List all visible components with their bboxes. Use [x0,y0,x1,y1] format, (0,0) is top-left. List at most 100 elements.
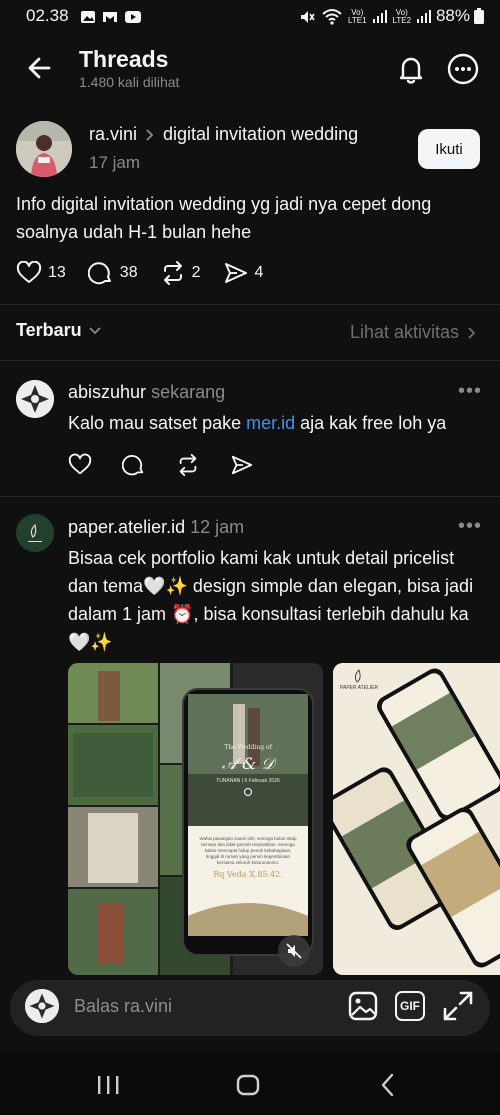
reply-more-button[interactable]: ••• [458,380,482,403]
share-button[interactable]: 4 [223,261,263,285]
sort-dropdown[interactable]: Terbaru [16,320,102,341]
phone-verse: Rq Veda X.85.42. [213,870,283,879]
avatar [16,514,54,552]
wifi-icon [322,9,342,25]
more-options-button[interactable] [446,52,480,86]
chevron-right-icon [468,326,476,339]
home-button[interactable] [236,1074,260,1096]
reply-author[interactable]: abiszuhur [68,382,146,402]
battery-indicator: 88% [436,6,484,26]
leaf-logo-icon [354,669,361,683]
follow-button[interactable]: Ikuti [418,129,480,169]
expand-composer-button[interactable] [442,990,474,1022]
back-nav-icon [381,1073,394,1097]
sim2-label: Vo) LTE2 [392,8,412,25]
heart-icon [16,261,42,283]
reply-avatar[interactable] [16,514,54,552]
reply-more-button[interactable]: ••• [458,515,482,538]
youtube-notification-icon [125,11,141,23]
bell-icon [399,57,423,84]
image-icon [348,991,378,1021]
like-button[interactable]: 13 [16,261,66,285]
repost-count: 2 [191,264,201,281]
repost-icon[interactable] [176,453,200,477]
scroll-down-icon [244,788,252,796]
battery-percent: 88% [435,6,470,25]
send-icon [224,263,247,283]
divider [0,496,500,497]
home-icon [236,1074,260,1096]
battery-icon [474,8,484,24]
comment-button[interactable]: 38 [87,260,138,286]
repost-button[interactable]: 2 [160,261,201,285]
recent-apps-button[interactable] [96,1074,120,1096]
phone-body-text: Wahai pasangan suami istri, semoga bulan… [199,836,297,865]
recent-apps-icon [98,1076,119,1094]
mute-icon [286,943,302,959]
gif-button[interactable]: GIF [395,991,425,1021]
phone-date: TUNANAN | 6 Februari 2026 [216,778,280,784]
media-image[interactable]: PAPER ATELIER [333,663,500,975]
post-time: 17 jam [89,153,141,172]
status-time: 02.38 [26,6,69,25]
author-avatar[interactable] [16,121,72,177]
signal-1-icon [372,10,387,23]
page-title: Threads [79,46,169,72]
phone-photo: The Wedding of 𝒜 & 𝒟 TUNANAN | 6 Februar… [188,694,308,826]
gmail-notification-icon [103,12,117,22]
reply-time: sekarang [151,382,226,402]
send-icon[interactable] [230,453,254,477]
post-topic[interactable]: digital invitation wedding [163,124,358,145]
expand-icon [443,991,473,1021]
post-author-line: ra.vini digital invitation wedding [89,124,358,145]
reply-body: Bisaa cek portfolio kami kak untuk detai… [68,548,474,652]
reply-input[interactable]: Balas ra.vini [74,996,172,1017]
comment-icon[interactable] [122,453,146,477]
back-button[interactable] [24,52,56,84]
system-indicators: Vo) LTE1 Vo) LTE2 [298,8,432,26]
sim1-label: Vo) LTE1 [348,8,367,25]
avatar [25,989,59,1023]
notification-icons [80,9,142,25]
brand-logo-text: PAPER ATELIER [339,685,379,691]
composer-avatar [25,989,59,1023]
phone-footer-arch [188,903,308,936]
reply-body: Kalo mau satset pake mer.id aja kak free… [68,413,447,433]
chevron-right-icon [146,128,154,141]
reply-header: abiszuhur sekarang [68,382,225,403]
repost-icon [163,261,182,285]
mute-video-button[interactable] [278,935,310,967]
divider [0,304,500,305]
phone-heading: The Wedding of [224,744,272,751]
attach-image-button[interactable] [347,990,379,1022]
back-nav-button[interactable] [378,1073,398,1097]
portfolio-mockups-image [333,663,500,975]
divider [0,360,500,361]
status-bar: 02.38 Vo) LTE1 Vo) LTE2 88% [0,0,500,34]
reply-link[interactable]: mer.id [246,413,295,433]
media-image[interactable]: The Wedding of 𝒜 & 𝒟 TUNANAN | 6 Februar… [68,663,323,975]
post-actions: 13 38 2 4 [16,260,285,286]
reply-time: 12 jam [190,517,245,537]
reply-header: paper.atelier.id 12 jam [68,517,244,538]
brand-logo: PAPER ATELIER [339,669,379,691]
system-navigation-bar [0,1052,500,1115]
reply-count: 38 [119,264,138,281]
reply-avatar[interactable] [16,380,54,418]
mute-status-icon [301,11,315,23]
arrow-left-icon [28,57,51,79]
reply-actions [68,453,254,477]
heart-icon[interactable] [68,453,92,477]
like-count: 13 [48,264,66,281]
notification-button[interactable] [394,52,428,86]
signal-2-icon [417,10,432,23]
gif-icon: GIF [400,999,420,1013]
view-activity-link[interactable]: Lihat aktivitas [350,322,476,343]
phone-mockup: The Wedding of 𝒜 & 𝒟 TUNANAN | 6 Februar… [182,688,314,956]
phone-content: Wahai pasangan suami istri, semoga bulan… [188,826,308,936]
avatar [16,380,54,418]
reply-author[interactable]: paper.atelier.id [68,517,185,537]
sort-label: Terbaru [16,320,82,340]
post-author-name[interactable]: ra.vini [89,124,137,145]
view-activity-label: Lihat aktivitas [349,322,459,342]
